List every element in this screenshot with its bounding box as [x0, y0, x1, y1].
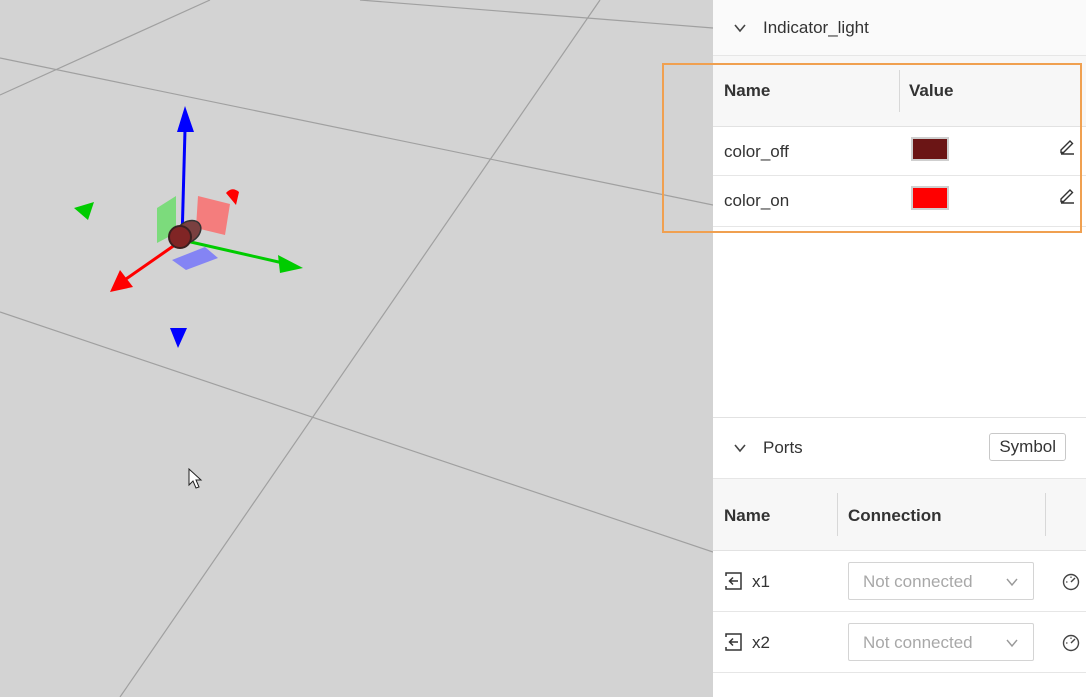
- ports-table-header: Name Connection: [713, 479, 1086, 551]
- property-name: color_on: [724, 191, 790, 210]
- chevron-down-icon: [1005, 636, 1019, 650]
- chevron-down-icon: [1005, 575, 1019, 589]
- table-row: x2 Not connected: [713, 612, 1086, 673]
- table-row: color_off: [713, 127, 1086, 176]
- color-swatch[interactable]: [911, 137, 949, 161]
- gauge-icon[interactable]: [1061, 632, 1081, 652]
- edit-icon[interactable]: [1058, 137, 1076, 155]
- y-axis-arrow[interactable]: [278, 255, 303, 273]
- xz-plane-handle[interactable]: [172, 247, 218, 270]
- scene-canvas[interactable]: [0, 0, 713, 697]
- rotate-handle-red[interactable]: [226, 189, 239, 205]
- chevron-down-icon[interactable]: [733, 21, 747, 35]
- rotate-handle-blue[interactable]: [170, 328, 187, 348]
- indicator-light-header[interactable]: Indicator_light: [713, 0, 1086, 56]
- section-title: Indicator_light: [763, 17, 869, 37]
- color-swatch[interactable]: [911, 186, 949, 210]
- port-input-icon: [724, 571, 744, 591]
- object-center[interactable]: [168, 225, 192, 249]
- edit-icon[interactable]: [1058, 186, 1076, 204]
- table-row: x1 Not connected: [713, 551, 1086, 612]
- connection-select[interactable]: Not connected: [848, 562, 1034, 600]
- column-header-value: Value: [909, 81, 954, 100]
- column-divider[interactable]: [837, 493, 838, 536]
- cursor-icon: [188, 467, 203, 489]
- column-divider[interactable]: [1045, 493, 1046, 536]
- transform-gizmo[interactable]: [74, 106, 303, 348]
- 3d-viewport[interactable]: [0, 0, 713, 697]
- properties-panel: Indicator_light Name Value color_off col…: [713, 0, 1086, 697]
- z-axis-arrow[interactable]: [177, 106, 194, 132]
- ground-grid: [0, 0, 713, 697]
- connection-value: Not connected: [863, 633, 973, 652]
- table-row: color_on: [713, 176, 1086, 227]
- port-name: x2: [752, 633, 770, 652]
- port-input-icon: [724, 632, 744, 652]
- property-name: color_off: [724, 142, 789, 161]
- connection-value: Not connected: [863, 572, 973, 591]
- port-name: x1: [752, 572, 770, 591]
- gauge-icon[interactable]: [1061, 571, 1081, 591]
- rotate-handle-green[interactable]: [74, 202, 94, 220]
- column-header-name: Name: [724, 81, 771, 100]
- chevron-down-icon[interactable]: [733, 441, 747, 455]
- x-axis-arrow[interactable]: [110, 270, 133, 292]
- properties-table-header: Name Value: [713, 56, 1086, 127]
- column-divider[interactable]: [899, 70, 900, 112]
- column-header-name: Name: [724, 506, 771, 525]
- symbol-button[interactable]: Symbol: [989, 433, 1066, 461]
- column-header-connection: Connection: [848, 506, 942, 525]
- connection-select[interactable]: Not connected: [848, 623, 1034, 661]
- section-title: Ports: [763, 438, 803, 457]
